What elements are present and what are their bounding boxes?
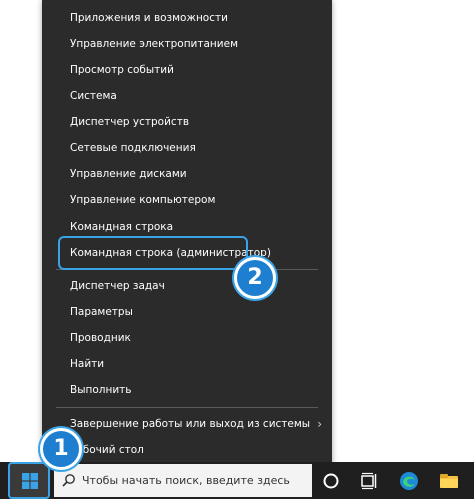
- menu-item-run[interactable]: Выполнить: [42, 377, 332, 403]
- cortana-icon[interactable]: [320, 470, 342, 492]
- menu-item-shutdown-signout[interactable]: Завершение работы или выход из системы ›: [42, 411, 332, 437]
- start-button[interactable]: [8, 462, 50, 499]
- menu-item-task-manager[interactable]: Диспетчер задач: [42, 273, 332, 299]
- windows-start-icon: [22, 473, 38, 489]
- menu-item-apps-features[interactable]: Приложения и возможности: [42, 5, 332, 31]
- menu-item-desktop[interactable]: Рабочий стол: [42, 437, 332, 463]
- task-view-icon[interactable]: [358, 470, 380, 492]
- menu-item-disk-management[interactable]: Управление дисками: [42, 161, 332, 187]
- menu-separator: [56, 269, 318, 270]
- search-icon: [62, 474, 75, 487]
- menu-item-command-prompt[interactable]: Командная строка: [42, 214, 332, 240]
- annotation-badge-1: 1: [40, 428, 82, 470]
- menu-item-settings[interactable]: Параметры: [42, 299, 332, 325]
- file-explorer-icon[interactable]: [438, 470, 460, 492]
- menu-item-system[interactable]: Система: [42, 83, 332, 109]
- menu-item-network-connections[interactable]: Сетевые подключения: [42, 135, 332, 161]
- taskbar: [0, 462, 474, 499]
- menu-item-computer-management[interactable]: Управление компьютером: [42, 187, 332, 213]
- search-input[interactable]: [82, 464, 308, 497]
- edge-icon[interactable]: [398, 470, 420, 492]
- menu-item-command-prompt-admin[interactable]: Командная строка (администратор): [42, 240, 332, 266]
- menu-item-search[interactable]: Найти: [42, 351, 332, 377]
- menu-item-power-options[interactable]: Управление электропитанием: [42, 31, 332, 57]
- annotation-badge-2: 2: [234, 257, 276, 299]
- taskbar-search-box[interactable]: [54, 464, 312, 497]
- menu-item-device-manager[interactable]: Диспетчер устройств: [42, 109, 332, 135]
- chevron-right-icon: ›: [317, 417, 322, 431]
- power-user-menu: Приложения и возможности Управление элек…: [42, 0, 332, 468]
- menu-separator: [56, 407, 318, 408]
- menu-item-event-viewer[interactable]: Просмотр событий: [42, 57, 332, 83]
- menu-item-file-explorer[interactable]: Проводник: [42, 325, 332, 351]
